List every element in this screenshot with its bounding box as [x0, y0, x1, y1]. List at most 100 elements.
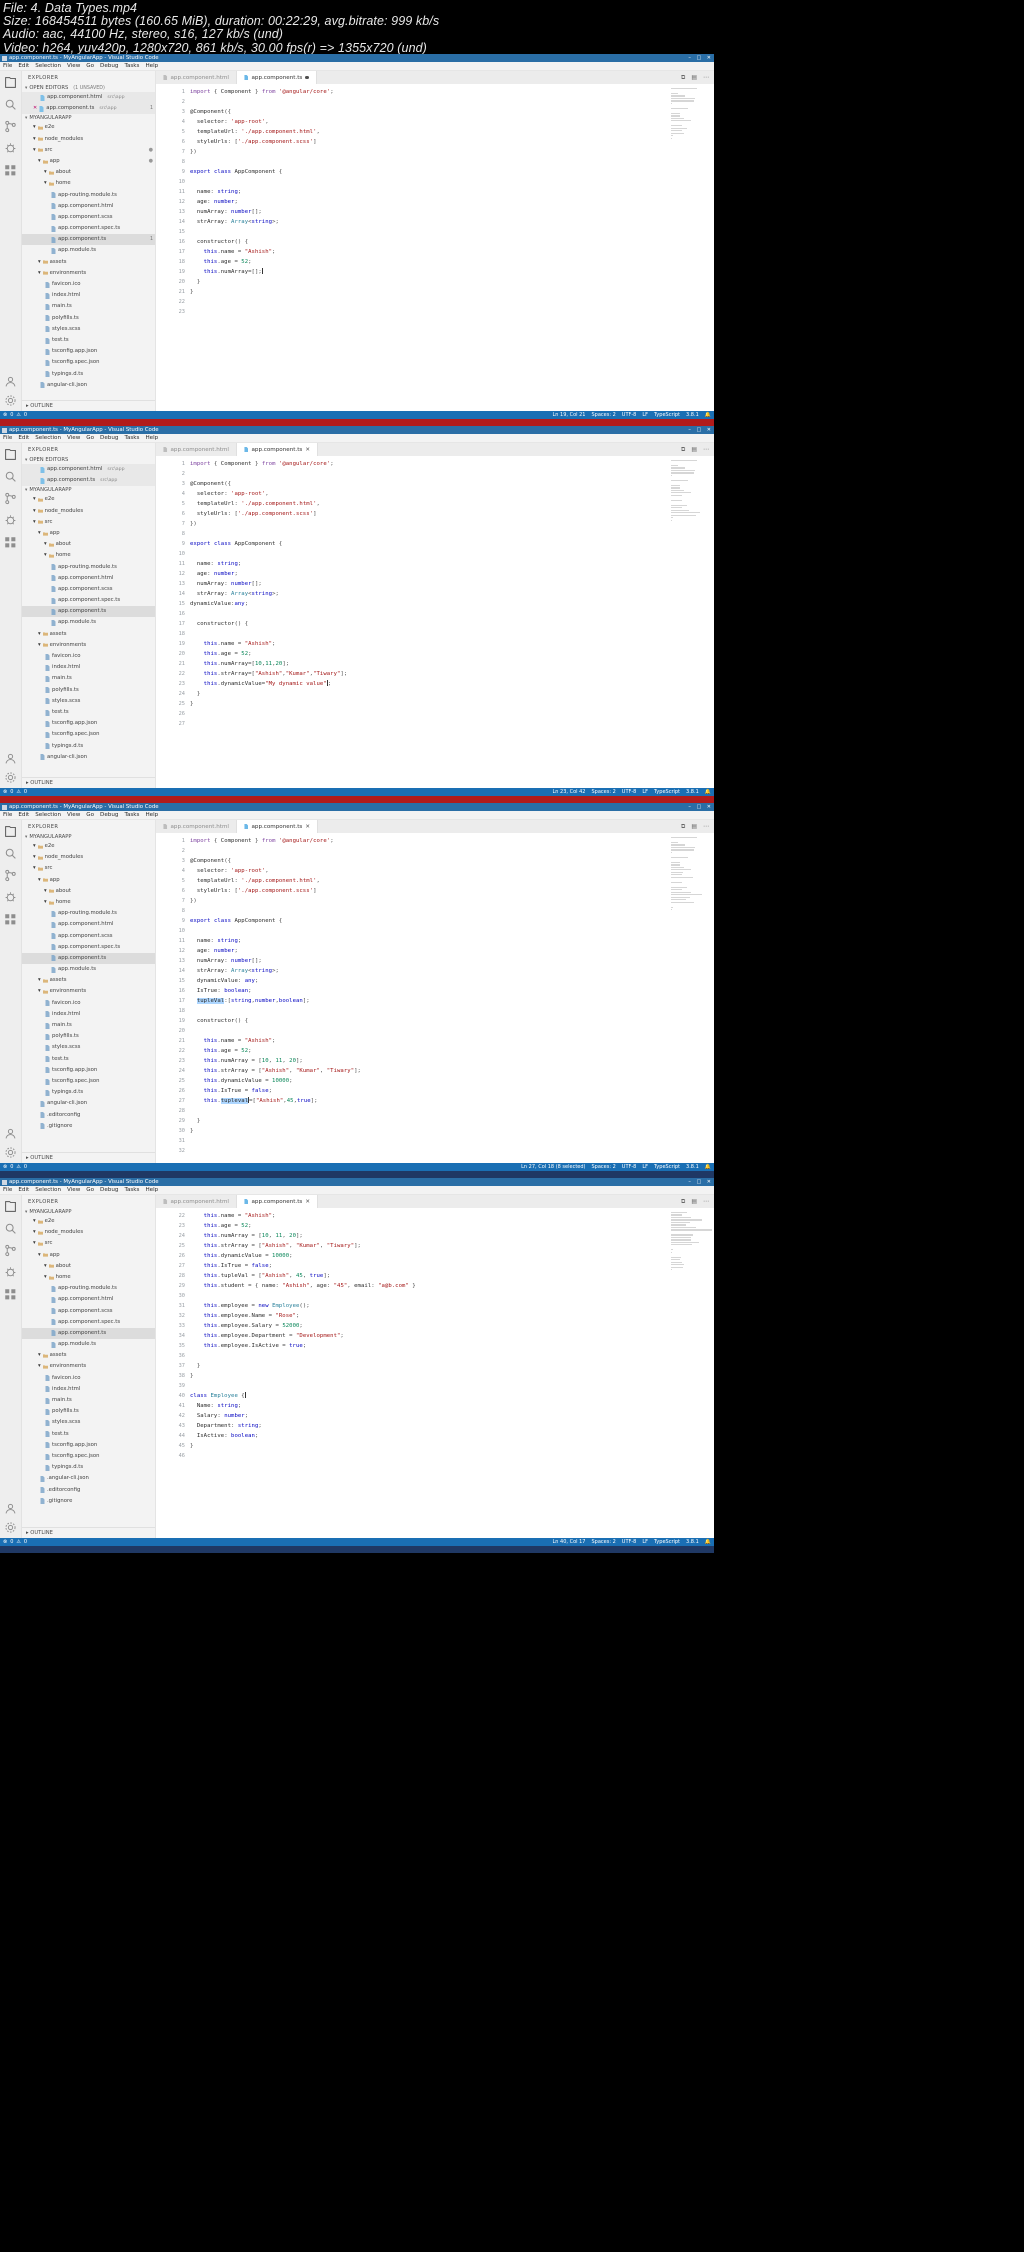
menu-go[interactable]: Go — [86, 811, 94, 819]
tree-item-environments[interactable]: ▾ environments — [22, 640, 155, 651]
status-indentation[interactable]: Spaces: 2 — [591, 1538, 615, 1546]
chevron-down-icon[interactable]: ▾ — [38, 257, 41, 268]
code-line[interactable]: this.employee.IsActive = true; — [190, 1341, 668, 1351]
code-line[interactable]: tupleVal:[string,number,boolean]; — [190, 996, 668, 1006]
chevron-down-icon[interactable]: ▾ — [44, 539, 47, 550]
open-editors-section[interactable]: ▾ OPEN EDITORS (1 UNSAVED) — [22, 84, 155, 92]
tab-app-component-html[interactable]: app.component.html — [156, 71, 237, 84]
tree-item-app-module-ts[interactable]: app.module.ts — [22, 1339, 155, 1350]
outline-section[interactable]: ▸ OUTLINE — [22, 400, 155, 411]
code-line[interactable]: this.strArray=["Ashish","Kumar","Tiwary"… — [190, 669, 668, 679]
menu-help[interactable]: Help — [145, 434, 158, 442]
status-language-mode[interactable]: TypeScript — [654, 788, 680, 796]
explorer-icon[interactable] — [4, 825, 17, 838]
menu-help[interactable]: Help — [145, 811, 158, 819]
tab-app-component-ts[interactable]: app.component.ts ✕ — [236, 820, 319, 833]
code-line[interactable] — [190, 1146, 668, 1156]
code-editor[interactable]: 1 2 3 4 5 6 7 8 9 10 11 12 13 14 15 16 17 18 19 20 21 22 23 imp… — [156, 84, 714, 411]
tree-item-node-modules[interactable]: ▾ node_modules — [22, 506, 155, 517]
tree-item-node-modules[interactable]: ▾ node_modules — [22, 852, 155, 863]
tree-item-typings-d-ts[interactable]: typings.d.ts — [22, 369, 155, 380]
status-right-group[interactable]: Ln 19, Col 21 Spaces: 2 UTF-8 LF TypeScript 3… — [553, 411, 712, 419]
code-line[interactable]: IsActive: boolean; — [190, 1431, 668, 1441]
tree-item-index-html[interactable]: index.html — [22, 290, 155, 301]
chevron-down-icon[interactable]: ▾ — [38, 975, 41, 986]
code-line[interactable]: age: number; — [190, 946, 668, 956]
menu-edit[interactable]: Edit — [18, 434, 29, 442]
status-eol[interactable]: LF — [642, 788, 648, 796]
status-version[interactable]: 3.8.1 — [686, 411, 699, 419]
tree-item-app-component-scss[interactable]: app.component.scss — [22, 1306, 155, 1317]
tree-item-about[interactable]: ▾ about — [22, 886, 155, 897]
code-line[interactable]: @Component({ — [190, 479, 668, 489]
tree-item-e2e[interactable]: ▾ e2e — [22, 841, 155, 852]
tree-item--editorconfig[interactable]: .editorconfig — [22, 1485, 155, 1496]
tree-item-assets[interactable]: ▾ assets — [22, 975, 155, 986]
code-editor[interactable]: 22 23 24 25 26 27 28 29 30 31 32 33 34 35 36 37 38 39 40 41… — [156, 1208, 714, 1538]
code-line[interactable] — [190, 629, 668, 639]
chevron-down-icon[interactable]: ▾ — [25, 835, 27, 840]
tree-item--gitignore[interactable]: .gitignore — [22, 1121, 155, 1132]
minimap[interactable] — [668, 833, 714, 1163]
window-titlebar[interactable]: app.component.ts - MyAngularApp - Visual… — [0, 1178, 714, 1186]
tree-item-main-ts[interactable]: main.ts — [22, 673, 155, 684]
window-titlebar[interactable]: app.component.ts - MyAngularApp - Visual… — [0, 54, 714, 62]
outline-section[interactable]: ▸ OUTLINE — [22, 777, 155, 788]
chevron-right-icon[interactable]: ▸ — [26, 1155, 29, 1161]
chevron-down-icon[interactable]: ▾ — [38, 1361, 41, 1372]
tree-item-app-component-ts[interactable]: app.component.ts 1 — [22, 234, 155, 246]
explorer-sidebar[interactable]: EXPLORER ▾ OPEN EDITORS (1 UNSAVED) app.comp… — [22, 71, 156, 411]
chevron-down-icon[interactable]: ▾ — [25, 488, 27, 493]
code-line[interactable]: this.strArray = ["Ashish", "Kumar", "Tiw… — [190, 1241, 668, 1251]
taskbar[interactable] — [0, 419, 714, 426]
code-line[interactable]: this.employee.Name = "Rose"; — [190, 1311, 668, 1321]
tree-item-about[interactable]: ▾ about — [22, 1261, 155, 1272]
code-line[interactable]: }) — [190, 896, 668, 906]
chevron-down-icon[interactable]: ▾ — [25, 86, 27, 91]
code-line[interactable]: } — [190, 277, 668, 287]
project-root-section[interactable]: ▾ MYANGULARAPP — [22, 486, 155, 494]
status-encoding[interactable]: UTF-8 — [622, 411, 637, 419]
status-language-mode[interactable]: TypeScript — [654, 1163, 680, 1171]
code-line[interactable]: this.age = 52; — [190, 649, 668, 659]
open-editor-item[interactable]: app.component.html src\app — [22, 464, 155, 476]
close-icon[interactable]: ✕ — [305, 447, 310, 453]
tree-item-tsconfig-spec-json[interactable]: tsconfig.spec.json — [22, 1451, 155, 1462]
chevron-right-icon[interactable]: ▸ — [26, 403, 29, 409]
close-icon[interactable]: ✕ — [305, 1199, 310, 1205]
extensions-icon[interactable] — [4, 1288, 17, 1301]
status-version[interactable]: 3.8.1 — [686, 1538, 699, 1546]
code-line[interactable]: constructor() { — [190, 619, 668, 629]
code-line[interactable]: templateUrl: './app.component.html', — [190, 499, 668, 509]
settings-gear-icon[interactable] — [4, 771, 17, 784]
code-line[interactable] — [190, 1381, 668, 1391]
debug-icon[interactable] — [4, 514, 17, 527]
tree-item-e2e[interactable]: ▾ e2e — [22, 494, 155, 505]
code-line[interactable]: this.tupleVal = ["Ashish", 45, true]; — [190, 1271, 668, 1281]
tree-item-app-component-html[interactable]: app.component.html — [22, 919, 155, 930]
menu-selection[interactable]: Selection — [35, 434, 61, 442]
code-line[interactable]: this.numArray = [10, 11, 20]; — [190, 1231, 668, 1241]
menubar[interactable]: File Edit Selection View Go Debug Tasks Help — [0, 62, 714, 71]
chevron-down-icon[interactable]: ▾ — [44, 886, 47, 897]
code-line[interactable]: this.name = "Ashish"; — [190, 639, 668, 649]
minimap[interactable] — [668, 456, 714, 788]
menu-selection[interactable]: Selection — [35, 1186, 61, 1194]
status-indentation[interactable]: Spaces: 2 — [591, 1163, 615, 1171]
code-line[interactable] — [190, 297, 668, 307]
chevron-down-icon[interactable]: ▾ — [33, 863, 36, 874]
code-content[interactable]: import { Component } from '@angular/core… — [190, 833, 668, 1163]
chevron-down-icon[interactable]: ▾ — [38, 528, 41, 539]
code-line[interactable]: this.employee = new Employee(); — [190, 1301, 668, 1311]
tree-item-home[interactable]: ▾ home — [22, 897, 155, 908]
tree-item-app-component-spec-ts[interactable]: app.component.spec.ts — [22, 1317, 155, 1328]
status-right-group[interactable]: Ln 27, Col 18 (8 selected) Spaces: 2 UTF-8… — [521, 1163, 711, 1171]
activity-bar[interactable] — [0, 443, 22, 788]
tree-item-polyfills-ts[interactable]: polyfills.ts — [22, 685, 155, 696]
editor-tabs[interactable]: app.component.html app.component.ts ⧉ ▤ ⋯ — [156, 71, 714, 84]
explorer-icon[interactable] — [4, 1200, 17, 1213]
tree-item-favicon-ico[interactable]: favicon.ico — [22, 651, 155, 662]
code-line[interactable]: } — [190, 699, 668, 709]
tree-item-home[interactable]: ▾ home — [22, 178, 155, 189]
code-line[interactable]: dynamicValue: any; — [190, 976, 668, 986]
